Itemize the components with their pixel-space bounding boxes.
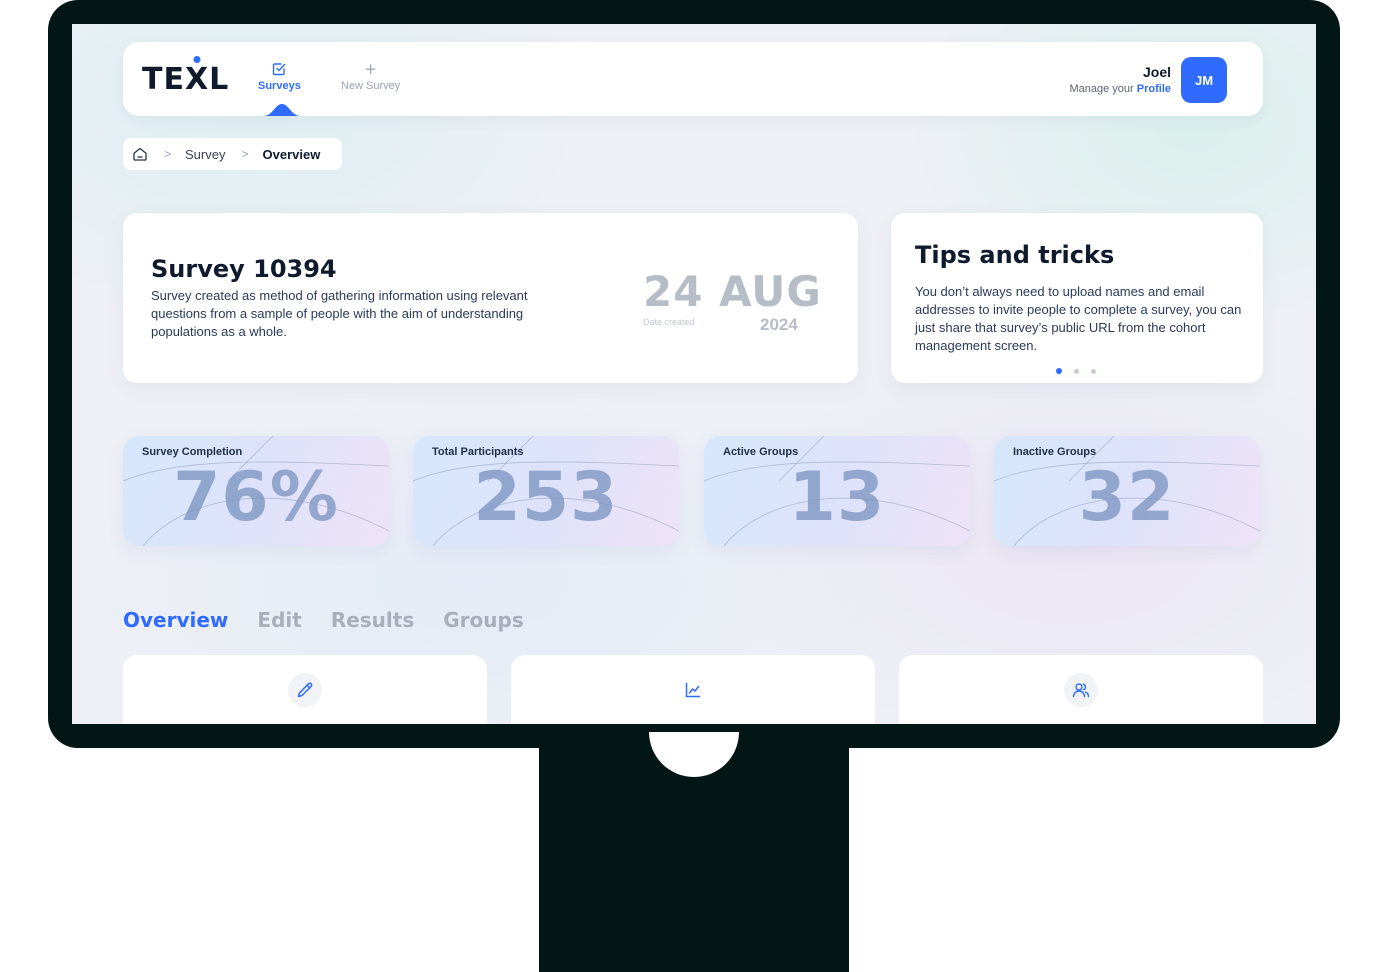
- nav-surveys[interactable]: Surveys: [258, 62, 301, 92]
- survey-title: Survey 10394: [151, 255, 337, 283]
- plus-icon: +: [364, 60, 377, 78]
- tab-overview[interactable]: Overview: [123, 608, 228, 632]
- stat-label: Inactive Groups: [1013, 446, 1097, 458]
- carousel-dot-3[interactable]: [1091, 368, 1096, 374]
- nav-surveys-label: Surveys: [258, 80, 301, 92]
- results-action-card[interactable]: [511, 655, 875, 724]
- carousel-dot-2[interactable]: [1074, 368, 1079, 374]
- stat-card-inactive-groups: 32 Inactive Groups: [994, 436, 1260, 546]
- stat-card-total-participants: 253 Total Participants: [413, 436, 679, 546]
- tips-card: Tips and tricks You don’t always need to…: [891, 213, 1263, 383]
- edit-action-card[interactable]: [123, 655, 487, 724]
- survey-tabs: Overview Edit Results Groups: [123, 608, 524, 632]
- pencil-icon: [288, 673, 322, 707]
- profile-block: Joel Manage your Profile: [1069, 64, 1171, 95]
- stat-value: 76%: [173, 458, 339, 537]
- date-created-label: Date created: [643, 317, 695, 327]
- stat-label: Survey Completion: [142, 446, 243, 458]
- breadcrumb-survey[interactable]: Survey: [185, 147, 225, 162]
- profile-link[interactable]: Profile: [1137, 83, 1171, 95]
- stat-value: 253: [473, 458, 619, 537]
- breadcrumb-separator: >: [241, 147, 249, 161]
- app-screen: TE X L Surveys + New Survey Joel Manage yo…: [72, 24, 1316, 724]
- breadcrumb: > Survey > Overview: [123, 138, 342, 170]
- tips-title: Tips and tricks: [915, 241, 1115, 269]
- texl-logo[interactable]: TE X L: [142, 62, 229, 97]
- users-icon: [1064, 673, 1098, 707]
- nav-new-survey-label: New Survey: [341, 80, 401, 92]
- survey-description: Survey created as method of gathering in…: [151, 288, 528, 339]
- check-square-icon: [273, 63, 286, 76]
- groups-action-card[interactable]: [899, 655, 1263, 724]
- stat-value: 32: [1078, 458, 1176, 537]
- breadcrumb-separator: >: [164, 147, 172, 161]
- tab-results[interactable]: Results: [331, 608, 414, 632]
- nav-new-survey[interactable]: + New Survey: [341, 60, 401, 93]
- home-icon[interactable]: [132, 146, 148, 162]
- avatar[interactable]: JM: [1181, 57, 1227, 103]
- date-created-day-month: 24 AUG: [643, 267, 822, 316]
- stat-card-active-groups: 13 Active Groups: [704, 436, 970, 546]
- chart-line-icon: [676, 673, 710, 707]
- tips-body: You don’t always need to upload names an…: [915, 284, 1242, 353]
- breadcrumb-overview: Overview: [262, 146, 321, 162]
- profile-name: Joel: [1142, 64, 1171, 80]
- stat-card-survey-completion: 76% Survey Completion: [123, 436, 389, 546]
- survey-summary-card: Survey 10394 Survey created as method of…: [123, 213, 858, 383]
- stat-label: Active Groups: [723, 446, 799, 458]
- active-nav-indicator: [263, 104, 301, 116]
- carousel-dot-1[interactable]: [1056, 368, 1062, 374]
- stat-label: Total Participants: [432, 446, 524, 458]
- manage-profile-text: Manage your Profile: [1069, 83, 1171, 95]
- tab-groups[interactable]: Groups: [443, 608, 523, 632]
- tab-edit[interactable]: Edit: [257, 608, 301, 632]
- stat-value: 13: [788, 458, 886, 537]
- top-navigation-bar: TE X L Surveys + New Survey Joel Manage yo…: [123, 42, 1263, 116]
- date-created-year: 2024: [760, 315, 798, 334]
- carousel-dots: [1056, 368, 1096, 374]
